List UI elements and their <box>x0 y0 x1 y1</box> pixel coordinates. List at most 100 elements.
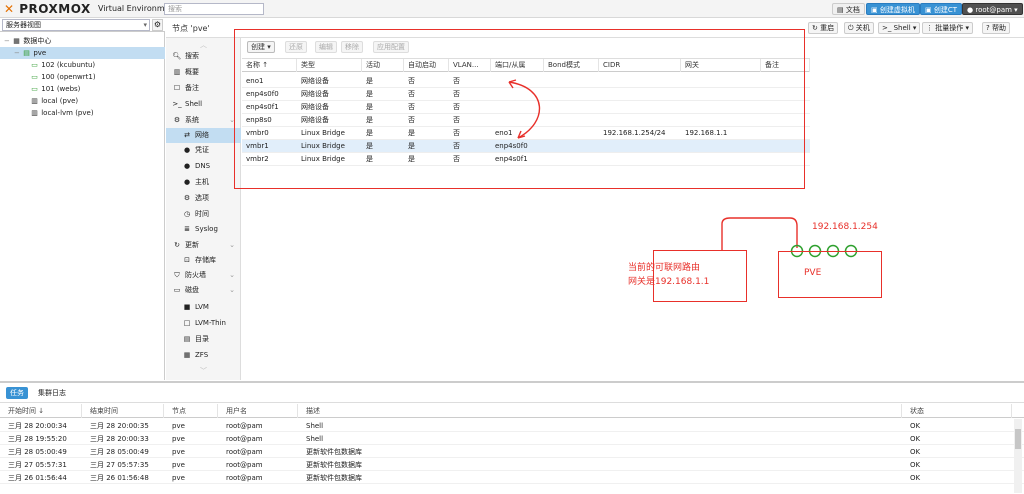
shell-button[interactable]: >_ Shell ▾ <box>878 22 921 34</box>
menu-item-dns[interactable]: ● DNS <box>166 159 241 174</box>
menu-item-lvm-thin[interactable]: □ LVM-Thin <box>166 316 241 331</box>
menu-item-directory[interactable]: ▤ 目录 <box>166 332 241 347</box>
menu-item-label: 防火墙 <box>185 271 206 279</box>
menu-item-search[interactable]: 🔍︎ 搜索 <box>166 49 241 64</box>
create-vm-button[interactable]: ▣ 创建虚拟机 <box>866 3 920 15</box>
certificate-icon: ● <box>183 146 191 154</box>
tree-item-label: 102 (kcubuntu) <box>41 61 96 69</box>
highlight-network-box <box>234 29 805 189</box>
cell-status: OK <box>910 474 921 482</box>
tree-item-label: 100 (openwrt1) <box>41 73 96 81</box>
tab-tasks[interactable]: 任务 <box>6 387 28 399</box>
task-row[interactable]: 三月 28 05:00:49 三月 28 05:00:49 pve root@p… <box>0 446 1024 458</box>
server-icon: ▤ <box>23 49 30 57</box>
create-ct-button[interactable]: ▣ 创建CT <box>920 3 963 15</box>
menu-item-disks[interactable]: ▭ 磁盘 ⌄ <box>166 283 241 298</box>
cell-description: 更新软件包数据库 <box>306 474 362 482</box>
network-icon: ⇄ <box>184 131 190 139</box>
menu-item-lvm[interactable]: ■ LVM <box>166 300 241 315</box>
reboot-button[interactable]: ↻ 重启 <box>808 22 839 34</box>
menu-scroll-down-icon[interactable]: ﹀ <box>200 366 207 376</box>
bulk-actions-button[interactable]: ⋮ 批量操作 ▾ <box>922 22 973 34</box>
vm-icon: ▭ <box>31 85 38 93</box>
menu-item-label: 概要 <box>185 68 199 76</box>
column-header[interactable]: 节点 <box>164 404 218 418</box>
column-header[interactable]: 描述 <box>298 404 902 418</box>
task-row[interactable]: 三月 28 19:55:20 三月 28 20:00:33 pve root@p… <box>0 433 1024 445</box>
help-button[interactable]: ? 帮助 <box>982 22 1010 34</box>
cell-start: 三月 26 01:56:44 <box>8 474 67 482</box>
column-header[interactable]: 开始时间 ↓ <box>0 404 82 418</box>
chevron-down-icon: ⌄ <box>229 271 235 279</box>
shutdown-button[interactable]: ⏻ 关机 <box>844 22 874 34</box>
task-row[interactable]: 三月 27 05:57:31 三月 27 05:57:35 pve root@p… <box>0 459 1024 471</box>
menu-item-certificates[interactable]: ● 凭证 <box>166 143 241 158</box>
node-menu: ︿ 🔍︎ 搜索 ▥ 概要 ☐ 备注 >_ Shell ⚙ 系统 ⌄ ⇄ 网络 ● 凭证 ● DNS… <box>166 38 241 380</box>
cell-end: 三月 27 05:57:35 <box>90 461 149 469</box>
cell-user: root@pam <box>226 435 263 443</box>
vm-icon: ▭ <box>31 73 38 81</box>
cell-description: Shell <box>306 422 324 430</box>
scrollbar-thumb[interactable] <box>1015 429 1021 449</box>
search-input[interactable]: 搜索 <box>164 3 264 15</box>
cell-start: 三月 28 20:00:34 <box>8 422 67 430</box>
shield-icon: ⛉ <box>174 271 180 279</box>
disk-icon: ▭ <box>173 286 181 294</box>
menu-item-hosts[interactable]: ● 主机 <box>166 175 241 190</box>
tree-item-vm-102[interactable]: ▭ 102 (kcubuntu) <box>0 59 165 71</box>
tree-item-label: 数据中心 <box>23 37 52 45</box>
menu-item-label: 网络 <box>195 131 209 139</box>
menu-item-label: Shell <box>185 100 203 108</box>
task-row[interactable]: 三月 28 20:00:34 三月 28 20:00:35 pve root@p… <box>0 420 1024 432</box>
cell-node: pve <box>172 435 185 443</box>
shell-label: Shell <box>893 24 911 32</box>
tree-item-datacenter[interactable]: − ▦ 数据中心 <box>0 35 165 47</box>
menu-item-summary[interactable]: ▥ 概要 <box>166 65 241 80</box>
menu-item-syslog[interactable]: ≣ Syslog <box>166 222 241 237</box>
menu-item-options[interactable]: ⚙ 选项 <box>166 191 241 206</box>
cell-start: 三月 28 19:55:20 <box>8 435 67 443</box>
column-header[interactable]: 结束时间 <box>82 404 164 418</box>
menu-item-notes[interactable]: ☐ 备注 <box>166 81 241 96</box>
docs-button[interactable]: ▤ 文档 <box>832 3 865 15</box>
menu-item-label: 主机 <box>195 178 209 186</box>
pve-label: PVE <box>804 268 822 278</box>
task-grid-header: 开始时间 ↓ 结束时间 节点 用户名 描述 状态 <box>0 404 1024 418</box>
task-row[interactable]: 三月 26 01:56:44 三月 26 01:56:48 pve root@p… <box>0 472 1024 484</box>
menu-item-label: 存储库 <box>195 256 216 264</box>
menu-item-system[interactable]: ⚙ 系统 ⌄ <box>166 113 241 128</box>
column-header[interactable]: 状态 <box>902 404 1012 418</box>
menu-item-repositories[interactable]: ⊡ 存储库 <box>166 253 241 268</box>
cell-user: root@pam <box>226 461 263 469</box>
tree-gear-icon[interactable]: ⚙ <box>152 19 163 31</box>
menu-item-label: 备注 <box>185 84 199 92</box>
menu-item-zfs[interactable]: ▦ ZFS <box>166 348 241 363</box>
gateway-note-line1: 当前的可联网路由 <box>628 263 701 273</box>
router-box <box>653 250 747 302</box>
menu-item-network[interactable]: ⇄ 网络 <box>166 128 241 143</box>
tree-item-storage-local-lvm[interactable]: ▥ local-lvm (pve) <box>0 107 165 119</box>
tree-item-vm-101[interactable]: ▭ 101 (webs) <box>0 83 165 95</box>
datacenter-icon: ▦ <box>13 37 20 45</box>
tree-item-storage-local[interactable]: ▥ local (pve) <box>0 95 165 107</box>
tab-cluster-log[interactable]: 集群日志 <box>34 387 70 399</box>
task-scrollbar[interactable] <box>1014 419 1022 493</box>
view-select[interactable]: 服务器视图 ▾ <box>2 19 150 31</box>
refresh-icon: ↻ <box>174 241 180 249</box>
globe-icon: ● <box>183 178 191 186</box>
task-tabs: 任务 集群日志 <box>0 383 1024 403</box>
lvm-thin-icon: □ <box>183 319 191 327</box>
help-label: 帮助 <box>991 24 1006 32</box>
column-header[interactable]: 用户名 <box>218 404 298 418</box>
menu-item-time[interactable]: ◷ 时间 <box>166 207 241 222</box>
docs-label: 文档 <box>845 6 860 14</box>
menu-item-shell[interactable]: >_ Shell <box>166 97 241 112</box>
tree-item-pve[interactable]: − ▤ pve <box>0 47 165 59</box>
menu-item-label: LVM-Thin <box>195 319 226 327</box>
menu-item-firewall[interactable]: ⛉ 防火墙 ⌄ <box>166 268 241 283</box>
menu-item-label: 选项 <box>195 194 209 202</box>
menu-item-label: 更新 <box>185 241 199 249</box>
menu-item-updates[interactable]: ↻ 更新 ⌄ <box>166 238 241 253</box>
tree-item-vm-100[interactable]: ▭ 100 (openwrt1) <box>0 71 165 83</box>
user-menu-button[interactable]: ● root@pam ▾ <box>962 3 1023 15</box>
